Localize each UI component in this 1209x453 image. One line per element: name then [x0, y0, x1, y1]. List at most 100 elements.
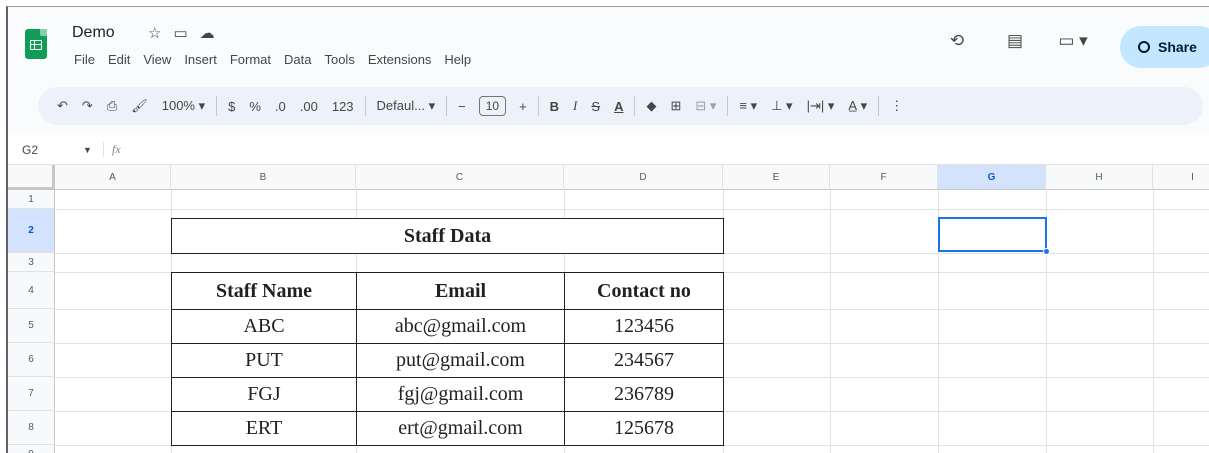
- number-format-button[interactable]: 123: [332, 99, 354, 114]
- header-contact-no[interactable]: Contact no: [564, 272, 723, 309]
- column-header-f[interactable]: F: [830, 165, 938, 190]
- menu-format[interactable]: Format: [230, 52, 271, 67]
- table-cell[interactable]: put@gmail.com: [356, 343, 564, 377]
- document-title[interactable]: Demo: [72, 24, 115, 42]
- paint-format-icon[interactable]: 🖌: [131, 98, 148, 114]
- header-staff-name[interactable]: Staff Name: [171, 272, 356, 309]
- font-size-input[interactable]: 10: [478, 96, 507, 116]
- table-cell[interactable]: 234567: [564, 343, 723, 377]
- column-header-h[interactable]: H: [1046, 165, 1153, 190]
- table-cell[interactable]: 125678: [564, 411, 723, 445]
- font-select[interactable]: Defaul... ▾: [377, 98, 436, 114]
- table-cell[interactable]: 123456: [564, 309, 723, 343]
- table-cell[interactable]: ERT: [171, 411, 356, 445]
- fill-handle[interactable]: [1043, 248, 1050, 255]
- zoom-select[interactable]: 100% ▾: [162, 98, 205, 114]
- divider: [364, 96, 366, 116]
- divider: [446, 96, 448, 116]
- table-cell[interactable]: PUT: [171, 343, 356, 377]
- column-header-a[interactable]: A: [55, 165, 171, 190]
- cloud-icon[interactable]: ☁: [200, 24, 215, 42]
- row-header-3[interactable]: 3: [8, 253, 55, 272]
- menu-extensions[interactable]: Extensions: [368, 52, 432, 67]
- align-vertical-icon[interactable]: ⊥ ▾: [771, 98, 792, 114]
- zoom-value: 100%: [161, 98, 195, 113]
- row-header-1[interactable]: 1: [8, 190, 55, 209]
- select-all-corner[interactable]: [8, 165, 55, 190]
- selected-cell-g2[interactable]: [938, 217, 1047, 252]
- fill-color-icon[interactable]: ◆: [646, 98, 656, 114]
- column-header-c[interactable]: C: [356, 165, 564, 190]
- divider: [537, 96, 539, 116]
- font-size-decrease-button[interactable]: −: [458, 99, 466, 114]
- column-header-g[interactable]: G: [938, 165, 1046, 190]
- comment-icon[interactable]: ▤: [996, 31, 1034, 51]
- row-header-5[interactable]: 5: [8, 309, 55, 343]
- gridline: [55, 209, 1209, 210]
- table-cell[interactable]: ert@gmail.com: [356, 411, 564, 445]
- merge-cells-icon[interactable]: ⊟ ▾: [695, 98, 716, 114]
- table-cell[interactable]: fgj@gmail.com: [356, 377, 564, 411]
- table-title-cell[interactable]: Staff Data: [171, 218, 724, 254]
- divider: [878, 96, 880, 116]
- sheet-grid[interactable]: A B C D E F G H I 1 2 3 4 5 6 7 8 9: [8, 165, 1209, 453]
- row-header-4[interactable]: 4: [8, 272, 55, 309]
- name-box[interactable]: G2: [8, 143, 83, 157]
- font-size-increase-button[interactable]: +: [519, 99, 527, 114]
- text-wrap-icon[interactable]: |⇥| ▾: [807, 98, 835, 114]
- more-icon[interactable]: ⋮: [890, 98, 903, 114]
- row-header-2[interactable]: 2: [8, 209, 55, 253]
- menu-view[interactable]: View: [143, 52, 171, 67]
- sheets-logo-icon[interactable]: [25, 29, 47, 59]
- divider: [634, 96, 636, 116]
- divider: [216, 96, 218, 116]
- align-horizontal-icon[interactable]: ≡ ▾: [739, 98, 757, 114]
- undo-icon[interactable]: ↶: [57, 98, 68, 114]
- print-icon[interactable]: ⎙: [107, 98, 117, 114]
- currency-button[interactable]: $: [228, 99, 235, 114]
- menu-help[interactable]: Help: [444, 52, 471, 67]
- decrease-decimal-button[interactable]: .0: [275, 99, 286, 114]
- column-header-e[interactable]: E: [723, 165, 830, 190]
- font-value: Defaul...: [376, 98, 425, 113]
- staff-table: Staff Name Email Contact no ABC abc@gmai…: [171, 272, 724, 446]
- gridline: [1153, 190, 1154, 453]
- table-cell[interactable]: ABC: [171, 309, 356, 343]
- text-color-button[interactable]: A: [614, 99, 623, 114]
- menu-edit[interactable]: Edit: [108, 52, 130, 67]
- borders-icon[interactable]: ⊞: [670, 98, 681, 114]
- table-cell[interactable]: 236789: [564, 377, 723, 411]
- table-cell[interactable]: FGJ: [171, 377, 356, 411]
- folder-icon[interactable]: ▭: [173, 24, 187, 42]
- fx-icon: fx: [103, 142, 121, 157]
- row-header-8[interactable]: 8: [8, 411, 55, 445]
- menu-insert[interactable]: Insert: [184, 52, 217, 67]
- increase-decimal-button[interactable]: .00: [300, 99, 318, 114]
- row-header-9[interactable]: 9: [8, 445, 55, 453]
- row-header-7[interactable]: 7: [8, 377, 55, 411]
- redo-icon[interactable]: ↷: [82, 98, 93, 114]
- meet-icon[interactable]: ▭ ▾: [1054, 31, 1092, 51]
- menu-tools[interactable]: Tools: [324, 52, 354, 67]
- star-icon[interactable]: ☆: [148, 24, 161, 42]
- globe-icon: [1138, 41, 1150, 53]
- history-icon[interactable]: ⟲: [938, 31, 976, 51]
- strikethrough-button[interactable]: S: [591, 99, 600, 114]
- row-header-6[interactable]: 6: [8, 343, 55, 377]
- share-label: Share: [1158, 39, 1197, 55]
- header-email[interactable]: Email: [356, 272, 564, 309]
- column-header-b[interactable]: B: [171, 165, 356, 190]
- table-cell[interactable]: abc@gmail.com: [356, 309, 564, 343]
- column-header-d[interactable]: D: [564, 165, 723, 190]
- bold-button[interactable]: B: [550, 99, 559, 114]
- menu-file[interactable]: File: [74, 52, 95, 67]
- text-rotate-icon[interactable]: A̲ ▾: [848, 98, 867, 114]
- menu-data[interactable]: Data: [284, 52, 311, 67]
- share-button[interactable]: Share: [1120, 26, 1209, 68]
- italic-button[interactable]: I: [573, 98, 577, 114]
- chevron-down-icon[interactable]: ▼: [83, 145, 103, 155]
- percent-button[interactable]: %: [249, 99, 261, 114]
- menu-bar: File Edit View Insert Format Data Tools …: [74, 52, 471, 67]
- column-header-i[interactable]: I: [1153, 165, 1209, 190]
- spreadsheet-window: Demo ☆ ▭ ☁ File Edit View Insert Format …: [6, 6, 1209, 453]
